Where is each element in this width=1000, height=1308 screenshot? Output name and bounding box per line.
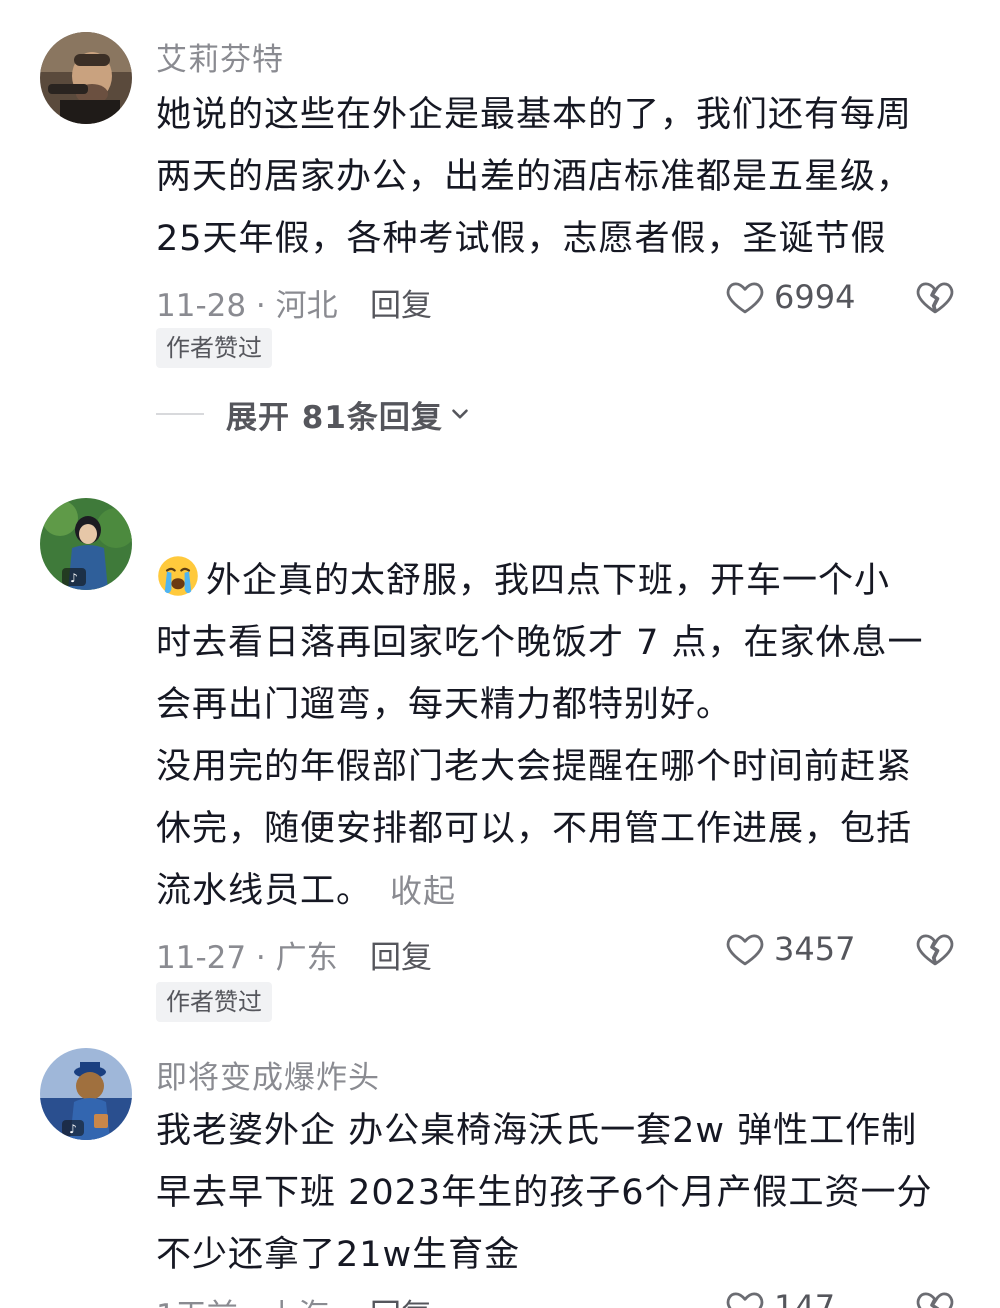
comment-line-text: 外企真的太舒服，我四点下班，开车一个小 [206, 561, 891, 601]
expand-replies-button[interactable]: 展开 81条回复 [156, 394, 473, 436]
comment-line: 早去早下班 2023年生的孩子6个月产假工资一分 [156, 1173, 933, 1213]
comment-date-location: 1天前 · 上海 [156, 1290, 329, 1308]
chevron-down-icon [452, 409, 468, 419]
comment-username[interactable]: 即将变成爆炸头 [156, 1052, 380, 1097]
comment-meta: 1天前 · 上海 回复 147 [156, 1288, 956, 1308]
avatar[interactable]: ♪ [40, 498, 132, 590]
svg-text:♪: ♪ [69, 1122, 77, 1136]
comment-line: 两天的居家办公，出差的酒店标准都是五星级， [156, 157, 913, 197]
reply-button[interactable]: 回复 [370, 932, 432, 977]
comment-line: 外企真的太舒服，我四点下班，开车一个小 [156, 550, 956, 612]
avatar-portrait-image [40, 32, 132, 124]
comment-line: 不少还拿了21w生育金 [156, 1235, 521, 1275]
comment-date-location: 11-27 · 广东 [156, 940, 338, 976]
divider-dash [156, 413, 204, 415]
comment-line: 会再出门遛弯，每天精力都特别好。 [156, 685, 733, 725]
comment-line: 她说的这些在外企是最基本的了，我们还有每周 [156, 95, 913, 135]
comment-body: 外企真的太舒服，我四点下班，开车一个小 时去看日落再回家吃个晚饭才 7 点，在家… [156, 550, 956, 922]
avatar[interactable] [40, 32, 132, 124]
collapse-button[interactable]: 收起 [390, 872, 456, 910]
author-liked-badge: 作者赞过 [156, 328, 272, 368]
svg-text:♪: ♪ [70, 571, 78, 585]
like-button[interactable]: 147 [724, 1286, 835, 1308]
dislike-button[interactable] [914, 276, 956, 326]
avatar[interactable]: ♪ [40, 1048, 132, 1140]
comment-body: 我老婆外企 办公桌椅海沃氏一套2w 弹性工作制 早去早下班 2023年生的孩子6… [156, 1100, 956, 1286]
comment-username[interactable]: 艾莉芬特 [156, 34, 284, 79]
dislike-button[interactable] [914, 928, 956, 978]
comment-line: 25天年假，各种考试假，志愿者假，圣诞节假 [156, 219, 887, 259]
broken-heart-icon [916, 1292, 954, 1308]
crying-face-emoji-icon [158, 556, 198, 596]
avatar-bear-image: ♪ [40, 1048, 132, 1140]
comment-body: 她说的这些在外企是最基本的了，我们还有每周 两天的居家办公，出差的酒店标准都是五… [156, 84, 956, 270]
reply-button[interactable]: 回复 [370, 1290, 432, 1308]
comment-line: 时去看日落再回家吃个晚饭才 7 点，在家休息一 [156, 623, 924, 663]
like-count: 147 [774, 1288, 836, 1308]
like-count: 6994 [774, 278, 856, 316]
broken-heart-icon [916, 282, 954, 314]
heart-outline-icon [726, 934, 764, 966]
like-button[interactable]: 6994 [724, 276, 855, 318]
comment-meta: 11-27 · 广东 回复 3457 [156, 930, 956, 977]
expand-replies-label: 展开 81条回复 [226, 399, 443, 436]
comment-line-text: 流水线员工。 [156, 871, 373, 911]
like-button[interactable]: 3457 [724, 928, 855, 970]
comment-date-location: 11-28 · 河北 [156, 288, 338, 324]
author-liked-badge: 作者赞过 [156, 982, 272, 1022]
heart-outline-icon [726, 282, 764, 314]
comment-line: 流水线员工。 收起 [156, 860, 956, 922]
heart-outline-icon [726, 1292, 764, 1308]
broken-heart-icon [916, 934, 954, 966]
comment-line: 休完，随便安排都可以，不用管工作进展，包括 [156, 809, 913, 849]
reply-button[interactable]: 回复 [370, 280, 432, 325]
comment-line: 没用完的年假部门老大会提醒在哪个时间前赶紧 [156, 747, 913, 787]
comment-line: 我老婆外企 办公桌椅海沃氏一套2w 弹性工作制 [156, 1111, 918, 1151]
dislike-button[interactable] [914, 1286, 956, 1308]
avatar-anime-image: ♪ [40, 498, 132, 590]
like-count: 3457 [774, 930, 856, 968]
comment-meta: 11-28 · 河北 回复 6994 [156, 278, 956, 325]
